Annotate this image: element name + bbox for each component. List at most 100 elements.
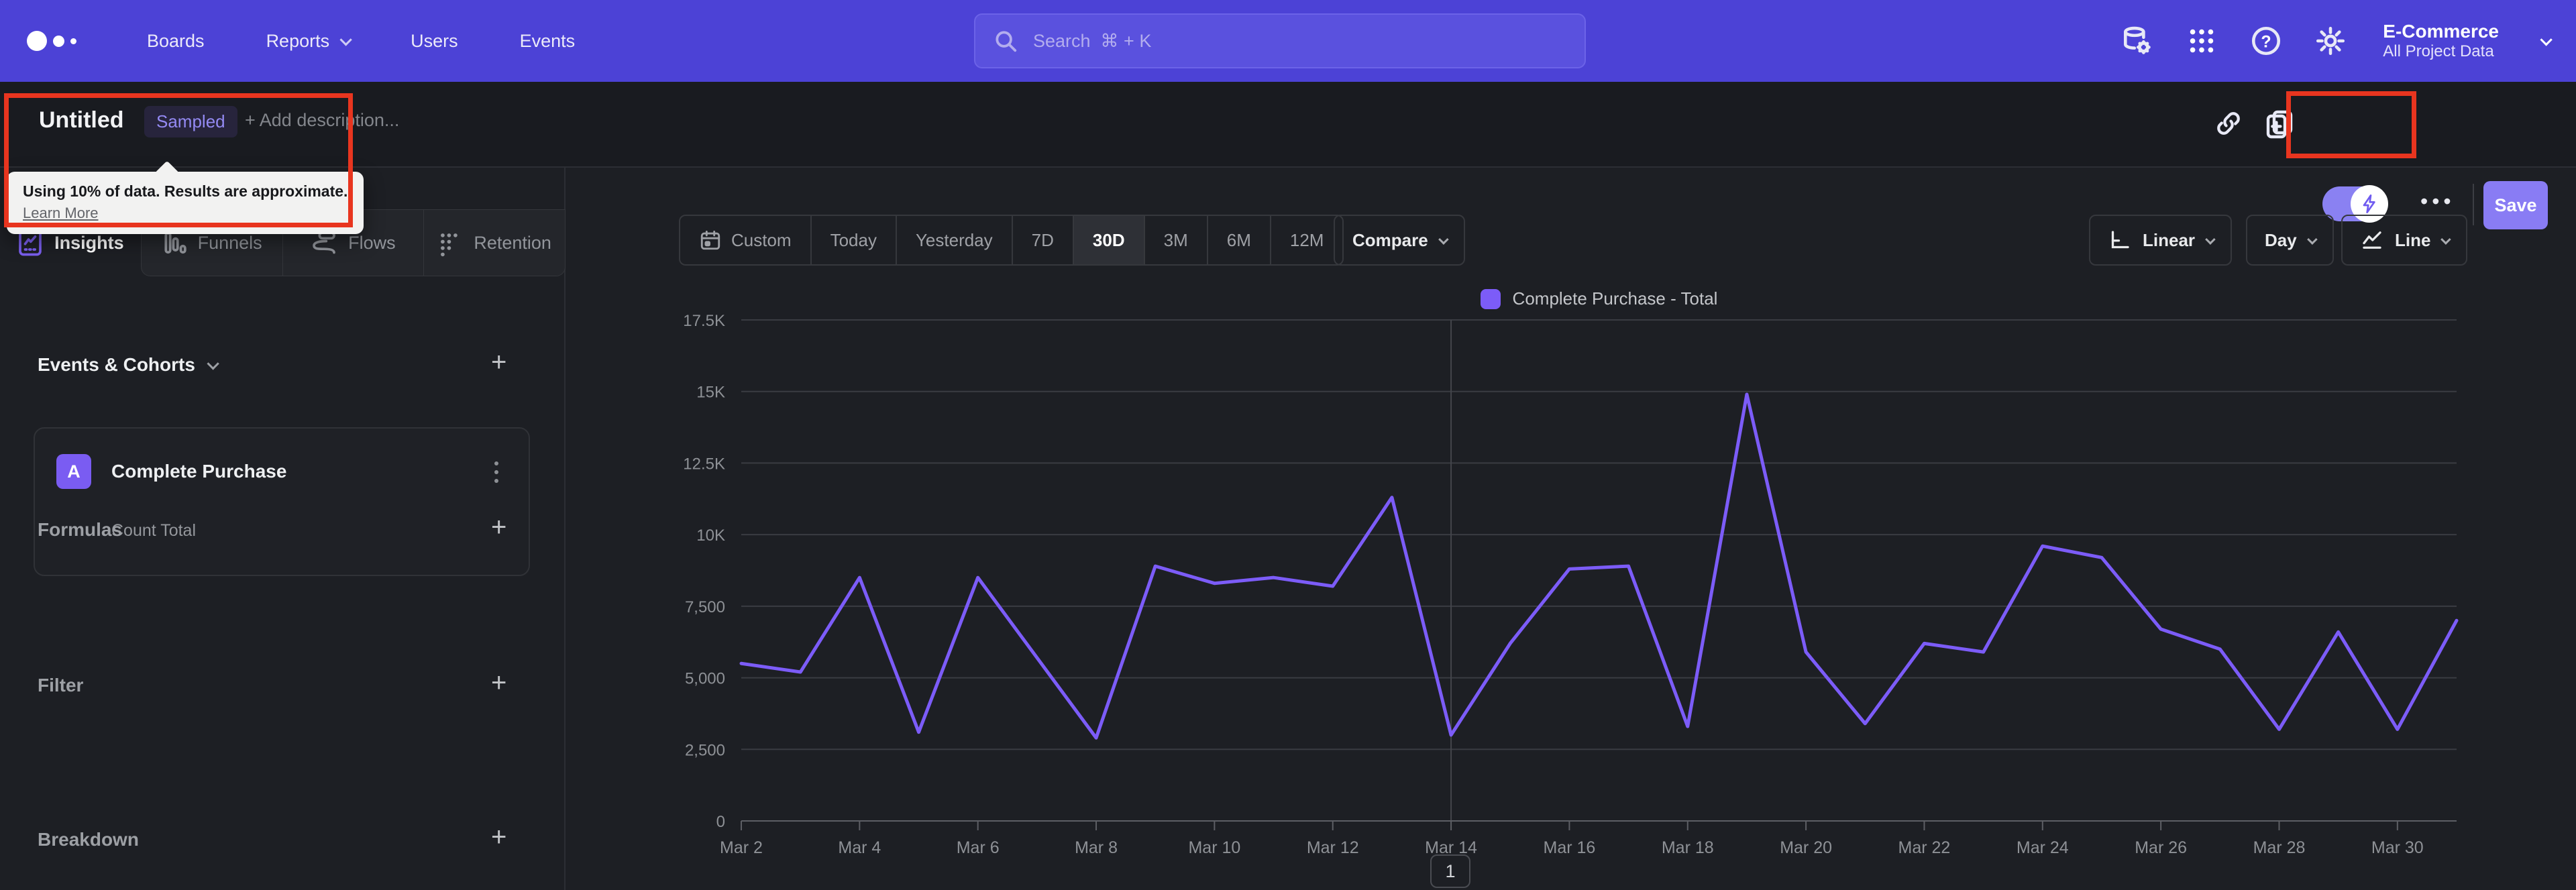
chevron-down-icon <box>2540 33 2553 46</box>
add-description-field[interactable]: + Add description... <box>245 110 399 131</box>
data-management-icon[interactable] <box>2120 23 2155 58</box>
formulas-section-label: Formulas <box>38 519 123 540</box>
tab-retention-label: Retention <box>474 232 551 253</box>
chevron-down-icon <box>339 33 352 46</box>
nav-item-events[interactable]: Events <box>520 31 576 52</box>
project-scope: All Project Data <box>2383 42 2494 61</box>
range-6m[interactable]: 6M <box>1206 216 1270 264</box>
nav-right-cluster: ? E-Commerce All Project Data <box>2120 0 2553 82</box>
range-yesterday[interactable]: Yesterday <box>895 216 1012 264</box>
range-7d[interactable]: 7D <box>1011 216 1073 264</box>
svg-text:10K: 10K <box>696 526 725 545</box>
tab-flows-label: Flows <box>348 232 396 253</box>
range-today[interactable]: Today <box>810 216 896 264</box>
linear-axis-icon <box>2111 231 2129 249</box>
svg-text:Mar 20: Mar 20 <box>1780 838 1832 857</box>
svg-text:Mar 6: Mar 6 <box>957 838 1000 857</box>
chevron-down-icon <box>1438 233 1449 245</box>
range-12m[interactable]: 12M <box>1269 216 1343 264</box>
nav-item-users[interactable]: Users <box>411 31 458 52</box>
range-3m[interactable]: 3M <box>1143 216 1207 264</box>
events-cohorts-header[interactable]: Events & Cohorts <box>38 354 219 376</box>
chart-type-label: Line <box>2395 229 2431 250</box>
svg-text:Mar 22: Mar 22 <box>1898 838 1951 857</box>
tooltip-text: Using 10% of data. Results are approxima… <box>23 182 348 200</box>
help-icon[interactable]: ? <box>2249 23 2284 58</box>
pagination-page-1[interactable]: 1 <box>1430 854 1470 888</box>
save-button[interactable]: Save <box>2483 181 2548 229</box>
more-options-icon[interactable]: ••• <box>2420 189 2455 214</box>
tab-funnels-label: Funnels <box>197 232 262 253</box>
granularity-dropdown[interactable]: Day <box>2246 215 2334 266</box>
settings-gear-icon[interactable] <box>2313 23 2348 58</box>
svg-text:15K: 15K <box>696 384 725 402</box>
chart-type-dropdown[interactable]: Line <box>2341 215 2468 266</box>
report-title[interactable]: Untitled <box>39 107 124 133</box>
svg-text:Mar 8: Mar 8 <box>1075 838 1118 857</box>
chevron-down-icon <box>2205 233 2216 245</box>
svg-text:2,500: 2,500 <box>685 741 725 759</box>
nav-item-events-label: Events <box>519 30 576 51</box>
svg-text:Mar 4: Mar 4 <box>838 838 881 857</box>
sampled-badge[interactable]: Sampled <box>144 106 237 137</box>
nav-item-boards[interactable]: Boards <box>147 31 205 52</box>
line-chart-icon <box>2363 231 2381 249</box>
svg-text:Mar 18: Mar 18 <box>1662 838 1714 857</box>
event-metric[interactable]: Count Total <box>111 521 196 541</box>
range-7d-label: 7D <box>1031 229 1054 250</box>
svg-text:17.5K: 17.5K <box>683 312 725 330</box>
chevron-down-icon <box>2440 233 2452 245</box>
query-sidebar: Insights Funnels Flows Retention Events … <box>0 168 566 890</box>
add-breakdown-button[interactable]: + <box>491 824 506 850</box>
search-input[interactable] <box>974 13 1586 68</box>
add-filter-button[interactable]: + <box>491 669 506 696</box>
svg-text:Mar 16: Mar 16 <box>1544 838 1596 857</box>
chevron-down-icon <box>207 357 219 370</box>
granularity-label: Day <box>2265 229 2297 250</box>
range-6m-label: 6M <box>1226 229 1251 250</box>
line-chart[interactable]: 0 2,500 5,000 7,500 10K 12.5K 15K 17.5K Mar 2 Mar… <box>671 288 2522 885</box>
event-card[interactable]: A Complete Purchase Count Total <box>34 427 530 576</box>
retention-icon <box>441 233 458 257</box>
project-switcher[interactable]: E-Commerce All Project Data <box>2383 20 2499 62</box>
range-30d[interactable]: 30D <box>1072 216 1144 264</box>
event-card-row: A Complete Purchase <box>56 454 286 489</box>
calendar-icon <box>700 230 720 250</box>
range-custom[interactable]: Custom <box>680 216 810 264</box>
nav-item-reports-label: Reports <box>266 30 330 51</box>
range-today-label: Today <box>830 229 877 250</box>
search-icon <box>996 31 1017 52</box>
range-3m-label: 3M <box>1163 229 1188 250</box>
svg-text:?: ? <box>2261 32 2271 51</box>
svg-text:Mar 2: Mar 2 <box>720 838 763 857</box>
mixpanel-insights-screen: Boards Reports Users Events ? E-Commerce <box>0 0 2576 890</box>
mixpanel-logo-icon[interactable] <box>27 31 76 51</box>
date-range-selector: Custom Today Yesterday 7D 30D 3M 6M 12M <box>679 215 1344 266</box>
nav-item-users-label: Users <box>411 30 458 51</box>
svg-text:7,500: 7,500 <box>685 598 725 616</box>
scale-dropdown[interactable]: Linear <box>2089 215 2233 266</box>
nav-item-reports[interactable]: Reports <box>266 30 352 52</box>
range-12m-label: 12M <box>1289 229 1324 250</box>
event-name: Complete Purchase <box>111 461 287 482</box>
svg-text:Mar 28: Mar 28 <box>2253 838 2306 857</box>
svg-text:Mar 24: Mar 24 <box>2017 838 2069 857</box>
copy-link-icon[interactable] <box>2211 106 2246 141</box>
add-formula-button[interactable]: + <box>491 514 506 541</box>
nav-links: Boards Reports Users Events <box>147 31 575 52</box>
event-letter-badge: A <box>56 454 91 489</box>
tab-retention[interactable]: Retention <box>423 209 566 276</box>
compare-button[interactable]: Compare <box>1334 215 1465 266</box>
divider <box>2473 184 2474 225</box>
add-event-button[interactable]: + <box>491 349 506 376</box>
search-bar <box>974 13 1586 68</box>
add-to-board-icon[interactable] <box>2262 106 2297 141</box>
chevron-down-icon <box>2306 233 2318 245</box>
top-nav: Boards Reports Users Events ? E-Commerce <box>0 0 2576 82</box>
events-cohorts-label: Events & Cohorts <box>38 354 195 375</box>
apps-grid-icon[interactable] <box>2184 23 2219 58</box>
svg-text:Mar 30: Mar 30 <box>2371 838 2424 857</box>
event-menu-icon[interactable] <box>483 457 510 488</box>
breakdown-section-label: Breakdown <box>38 829 139 850</box>
learn-more-link[interactable]: Learn More <box>23 205 99 222</box>
